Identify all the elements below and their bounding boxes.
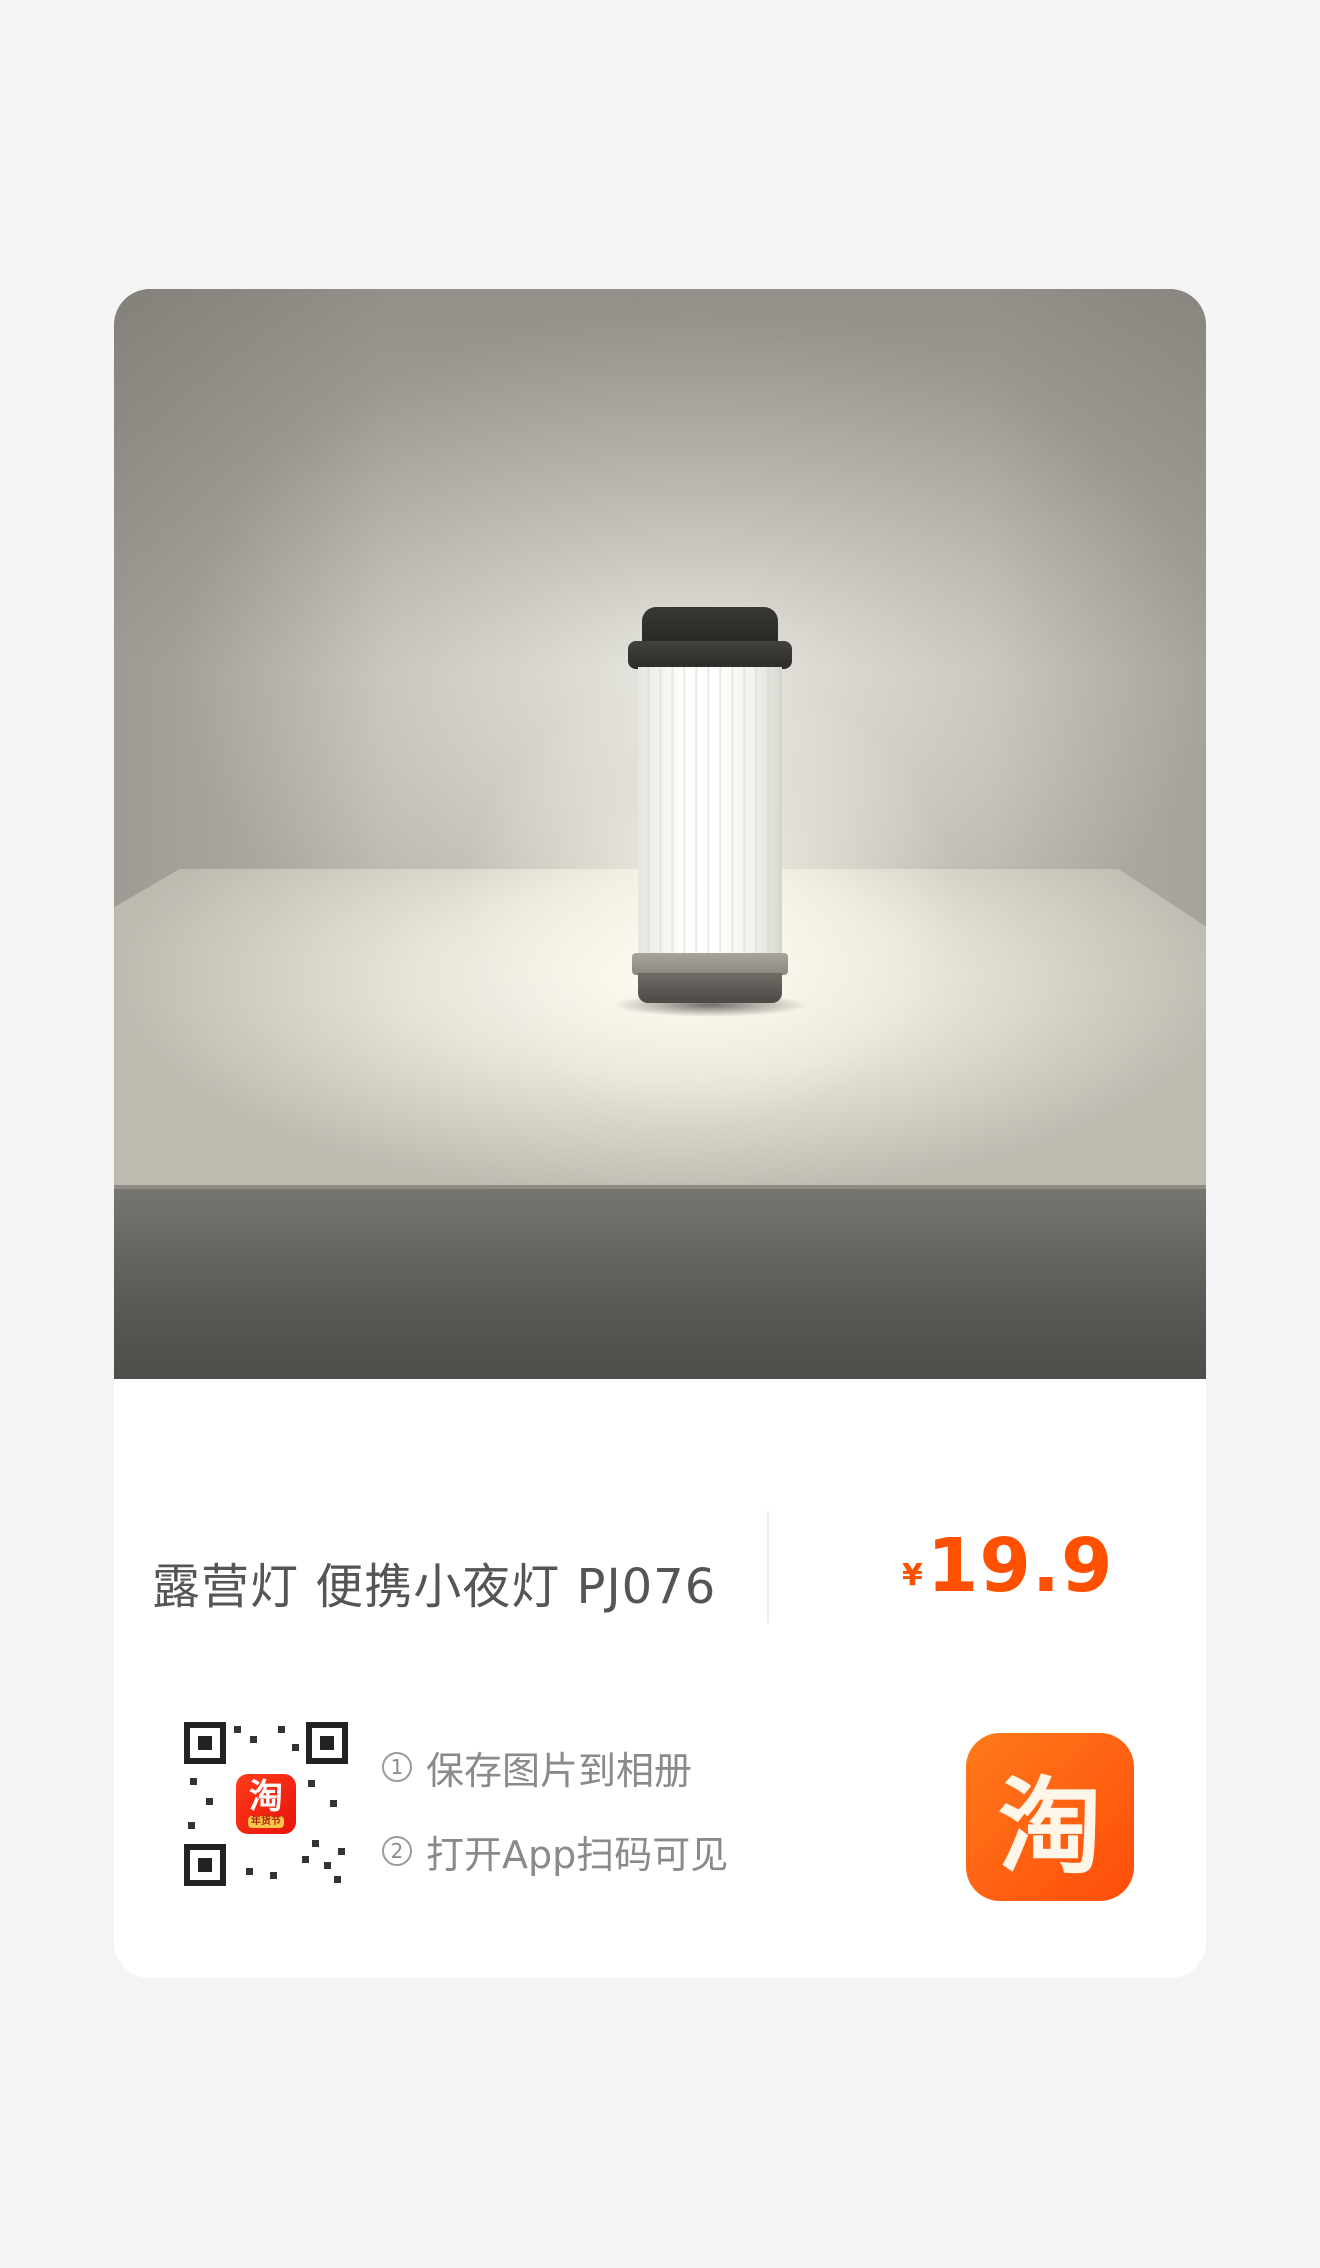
qr-module xyxy=(250,1736,257,1743)
qr-module xyxy=(308,1780,315,1787)
qr-module xyxy=(334,1876,341,1883)
qr-finder-top-right xyxy=(306,1722,348,1764)
step-number-2: 2 xyxy=(382,1836,412,1866)
step-open-app: 2 打开App扫码可见 xyxy=(382,1821,728,1881)
step-number-1: 1 xyxy=(382,1752,412,1782)
product-photo xyxy=(114,289,1206,1379)
qr-logo-badge: 年货节 xyxy=(248,1816,284,1828)
qr-module xyxy=(312,1840,319,1847)
qr-module xyxy=(338,1848,345,1855)
share-poster-page: 露营灯 便携小夜灯 PJ076 ¥19.9 淘 年货节 1 保存图片到相册 2 … xyxy=(0,0,1320,2268)
qr-module xyxy=(234,1726,241,1733)
price-currency: ¥ xyxy=(902,1558,923,1593)
qr-module xyxy=(302,1856,309,1863)
qr-module xyxy=(278,1726,285,1733)
qr-finder-top-left xyxy=(184,1722,226,1764)
taobao-qr-logo-icon: 淘 年货节 xyxy=(236,1774,296,1834)
product-title: 露营灯 便携小夜灯 PJ076 xyxy=(152,1559,717,1615)
qr-module xyxy=(324,1862,331,1869)
step-text: 保存图片到相册 xyxy=(426,1748,693,1793)
product-card: 露营灯 便携小夜灯 PJ076 ¥19.9 淘 年货节 1 保存图片到相册 2 … xyxy=(114,289,1206,1978)
qr-module xyxy=(246,1868,253,1875)
divider xyxy=(767,1511,769,1623)
product-info: 露营灯 便携小夜灯 PJ076 ¥19.9 淘 年货节 1 保存图片到相册 2 … xyxy=(114,1379,1206,1978)
lamp-base xyxy=(638,973,782,1003)
qr-module xyxy=(330,1800,337,1807)
lamp-base-ring xyxy=(632,953,788,975)
qr-module xyxy=(206,1798,213,1805)
qr-module xyxy=(292,1744,299,1751)
qr-code: 淘 年货节 xyxy=(184,1722,348,1886)
qr-logo-text: 淘 xyxy=(249,1777,283,1817)
qr-module xyxy=(270,1872,277,1879)
lamp-cap xyxy=(628,641,792,669)
taobao-logo-text: 淘 xyxy=(997,1765,1102,1888)
qr-module xyxy=(190,1778,197,1785)
product-price: ¥19.9 xyxy=(902,1523,1113,1609)
lamp-illustration xyxy=(462,607,958,1327)
step-text: 打开App扫码可见 xyxy=(426,1832,729,1877)
qr-finder-bottom-left xyxy=(184,1844,226,1886)
taobao-icon: 淘 xyxy=(966,1733,1134,1901)
step-save-image: 1 保存图片到相册 xyxy=(382,1737,728,1797)
qr-module xyxy=(188,1822,195,1829)
scan-instructions: 1 保存图片到相册 2 打开App扫码可见 xyxy=(382,1737,728,1905)
price-value: 19.9 xyxy=(926,1523,1114,1609)
lamp-body xyxy=(638,667,782,955)
